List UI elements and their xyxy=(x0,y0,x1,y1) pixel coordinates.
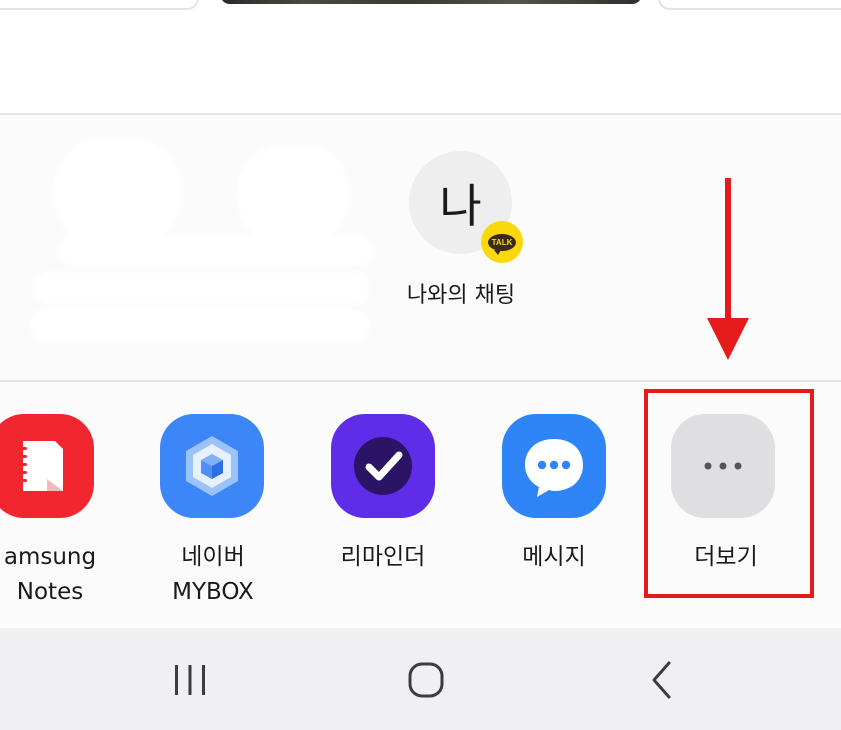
home-icon xyxy=(408,662,444,698)
annotation-arrow-shaft xyxy=(725,178,731,328)
redacted-contact-label xyxy=(58,236,373,266)
redacted-contact-label xyxy=(34,272,369,304)
app-label-samsung-notes: amsung Notes xyxy=(3,544,97,605)
preview-strip xyxy=(0,0,841,113)
app-label-naver-mybox: 네이버 MYBOX xyxy=(172,544,254,605)
recents-icon xyxy=(175,665,205,695)
home-button[interactable] xyxy=(386,650,466,710)
redacted-contact-avatar xyxy=(55,140,180,245)
naver-mybox-icon[interactable] xyxy=(160,414,264,518)
redacted-contact-label xyxy=(30,309,370,341)
talk-bubble: TALK xyxy=(488,233,516,255)
app-label-reminder: 리마인더 xyxy=(340,544,426,570)
preview-thumbnail[interactable] xyxy=(658,0,841,10)
back-button[interactable] xyxy=(622,650,702,710)
back-chevron-icon xyxy=(652,661,671,699)
preview-thumbnail[interactable] xyxy=(0,0,199,10)
messages-icon[interactable] xyxy=(502,414,606,518)
samsung-notes-icon[interactable] xyxy=(0,414,94,518)
redacted-contact-avatar xyxy=(238,145,348,245)
app-label-messages: 메시지 xyxy=(522,544,586,570)
reminder-icon[interactable] xyxy=(331,414,435,518)
annotation-highlight-box xyxy=(644,389,814,598)
navigation-bar xyxy=(0,628,841,730)
preview-image[interactable] xyxy=(220,0,642,4)
avatar-initial: 나 xyxy=(439,178,482,233)
recents-button[interactable] xyxy=(150,650,230,710)
share-target-label: 나와의 채팅 xyxy=(406,283,516,308)
annotation-arrow-head xyxy=(707,318,749,360)
kakaotalk-badge-icon: TALK xyxy=(481,221,523,263)
